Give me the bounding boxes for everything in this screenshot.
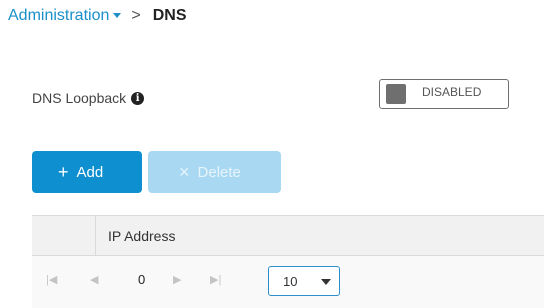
- previous-page-icon[interactable]: ◀: [90, 273, 98, 286]
- toggle-state-label: DISABLED: [422, 85, 482, 99]
- pagination-bar: |◀ ◀ 0 ▶ ▶| 10: [32, 256, 544, 308]
- chevron-down-icon: [321, 279, 331, 285]
- column-divider: [95, 216, 96, 255]
- next-page-icon[interactable]: ▶: [173, 273, 181, 286]
- info-icon[interactable]: i: [131, 91, 145, 105]
- table-header: IP Address: [32, 215, 544, 256]
- dns-loopback-row: DNS Loopback i: [32, 90, 145, 106]
- close-icon: ×: [179, 161, 190, 182]
- page-size-value: 10: [283, 274, 298, 289]
- column-header-ip-address[interactable]: IP Address: [108, 228, 175, 244]
- breadcrumb-administration[interactable]: Administration: [8, 7, 109, 25]
- breadcrumb: Administration > DNS: [8, 7, 187, 25]
- current-page-number: 0: [138, 272, 146, 287]
- plus-icon: +: [58, 161, 69, 182]
- last-page-icon[interactable]: ▶|: [210, 273, 221, 286]
- delete-button[interactable]: × Delete: [148, 151, 281, 193]
- page-title: DNS: [152, 7, 187, 24]
- dns-loopback-label: DNS Loopback: [32, 90, 127, 106]
- chevron-down-icon[interactable]: [113, 12, 122, 18]
- add-button[interactable]: + Add: [32, 151, 142, 193]
- dns-loopback-toggle[interactable]: DISABLED: [379, 79, 509, 109]
- first-page-icon[interactable]: |◀: [46, 273, 57, 286]
- page-size-select[interactable]: 10: [268, 266, 340, 296]
- toggle-knob: [386, 84, 406, 104]
- delete-button-label: Delete: [197, 163, 241, 181]
- breadcrumb-separator: >: [131, 7, 141, 24]
- add-button-label: Add: [76, 163, 104, 181]
